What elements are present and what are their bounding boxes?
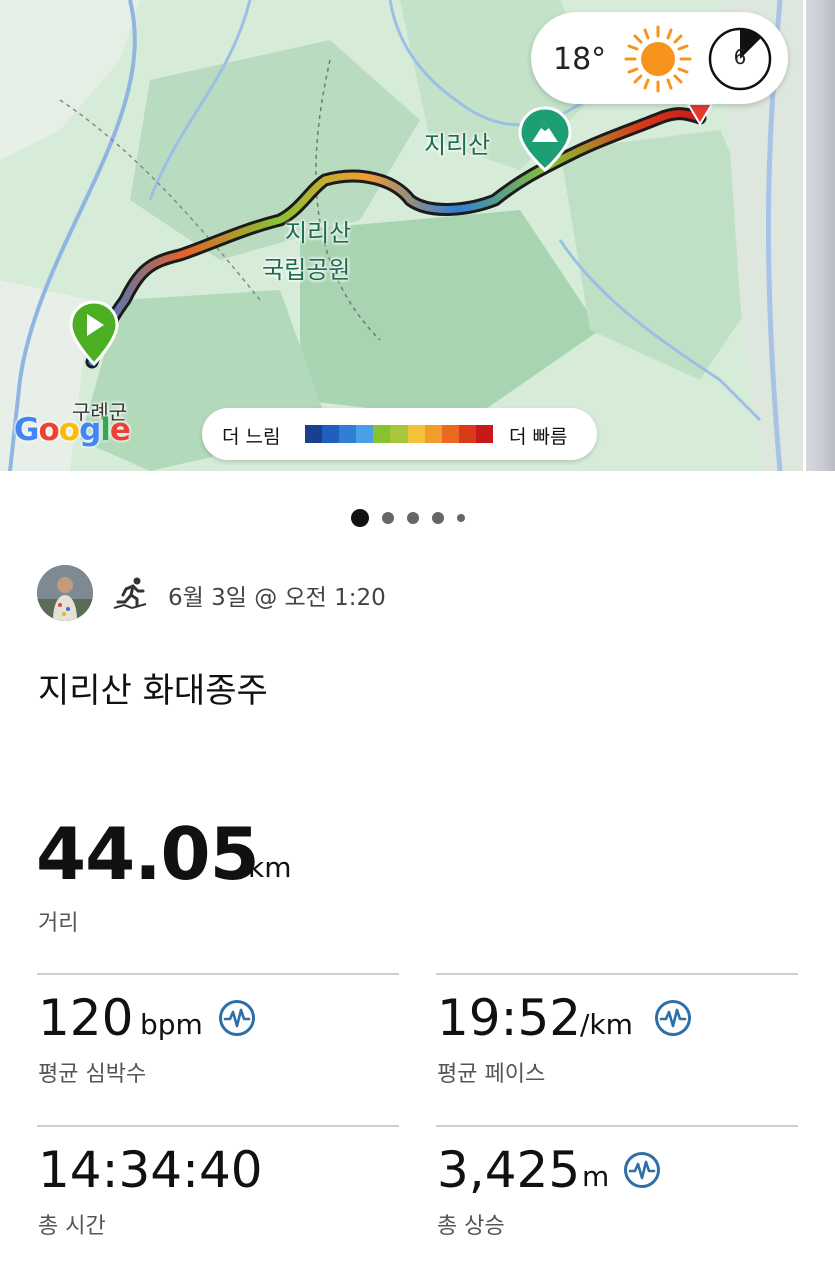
- route-map[interactable]: 지리산 지리산 국립공원 구례군 Google 18° 6 더 느림 더 빠름: [0, 0, 803, 471]
- divider: [37, 1125, 399, 1127]
- distance-label: 거리: [38, 911, 79, 936]
- pace-unit: /km: [580, 1008, 633, 1041]
- total-time-value: 14:34:40: [38, 1141, 263, 1199]
- pager-dot[interactable]: [382, 512, 394, 524]
- avatar-image: [37, 565, 93, 621]
- legend-color-segment: [390, 425, 408, 443]
- divider: [436, 1125, 798, 1127]
- next-image-peek[interactable]: [803, 0, 835, 471]
- play-icon[interactable]: [68, 300, 120, 366]
- heart-rate-value: 120: [38, 989, 134, 1047]
- pager-dot[interactable]: [407, 512, 419, 524]
- ascent-unit: m: [582, 1160, 610, 1193]
- park-label-line2: 국립공원: [262, 256, 351, 284]
- legend-color-segment: [322, 425, 340, 443]
- total-time-label: 총 시간: [38, 1214, 106, 1239]
- ascent-label: 총 상승: [437, 1214, 505, 1239]
- heart-rate-icon[interactable]: [654, 999, 692, 1037]
- avatar[interactable]: [37, 565, 93, 621]
- pace-label: 평균 페이스: [437, 1062, 546, 1087]
- heart-rate-label: 평균 심박수: [38, 1062, 147, 1087]
- dial-value: 6: [733, 45, 747, 69]
- sun-icon: [624, 25, 692, 93]
- legend-fast-label: 더 빠름: [509, 426, 568, 448]
- activity-title[interactable]: 지리산 화대종주: [38, 663, 268, 712]
- image-pager[interactable]: [351, 509, 465, 527]
- peak-label: 지리산: [424, 131, 491, 159]
- pace-value: 19:52: [437, 989, 582, 1047]
- distance-value: 44.05: [36, 812, 260, 896]
- legend-color-segment: [424, 425, 442, 443]
- legend-color-segment: [458, 425, 476, 443]
- activity-date: 6월 3일 @ 오전 1:20: [168, 585, 386, 611]
- distance-unit: km: [248, 851, 292, 884]
- legend-color-segment: [475, 425, 494, 443]
- pager-dot[interactable]: [457, 514, 465, 522]
- pager-dot[interactable]: [351, 509, 369, 527]
- heart-rate-icon[interactable]: [218, 999, 256, 1037]
- legend-color-segment: [407, 425, 425, 443]
- legend-slow-label: 더 느림: [222, 426, 281, 448]
- divider: [436, 973, 798, 975]
- mountain-icon[interactable]: [517, 106, 573, 172]
- legend-color-segment: [441, 425, 459, 443]
- heart-rate-unit: bpm: [140, 1008, 203, 1041]
- legend-color-segment: [305, 425, 323, 443]
- heart-rate-icon[interactable]: [623, 1151, 661, 1189]
- legend-color-segment: [339, 425, 357, 443]
- trail-run-icon: [113, 577, 147, 610]
- temperature: 18°: [553, 42, 607, 77]
- pace-legend: 더 느림 더 빠름: [202, 408, 597, 460]
- ascent-value: 3,425: [437, 1141, 581, 1199]
- divider: [37, 973, 399, 975]
- google-attribution: Google: [14, 412, 131, 448]
- legend-color-segment: [373, 425, 391, 443]
- legend-color-segment: [356, 425, 374, 443]
- weather-widget[interactable]: 18° 6: [531, 12, 788, 104]
- legend-color-bar: [305, 425, 494, 443]
- pager-dot[interactable]: [432, 512, 444, 524]
- park-label-line1: 지리산: [285, 219, 352, 247]
